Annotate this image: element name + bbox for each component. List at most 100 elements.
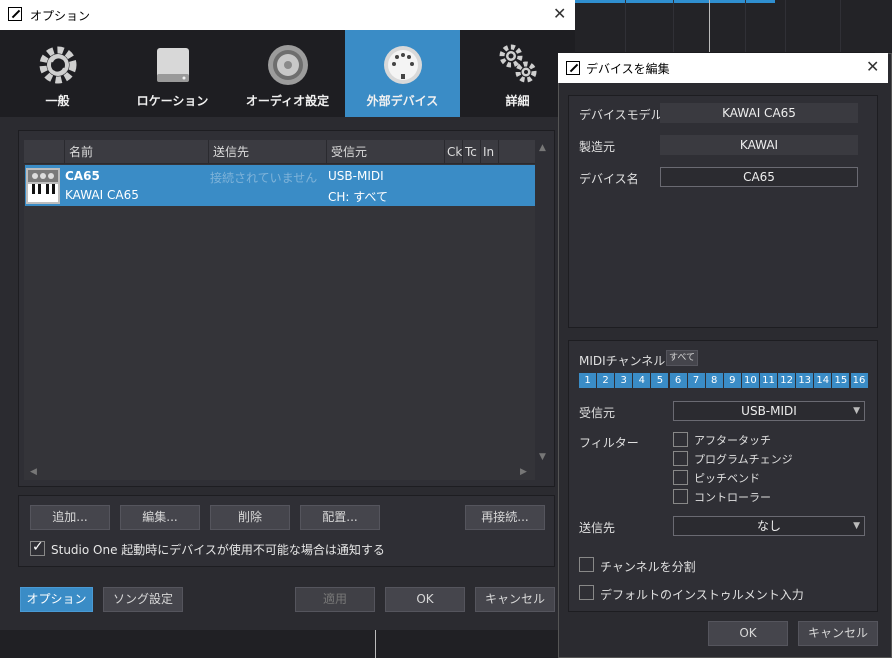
midi-channel-8-button[interactable]: 8 xyxy=(705,373,723,388)
edit-button[interactable]: 編集... xyxy=(120,505,200,530)
add-button[interactable]: 追加... xyxy=(30,505,110,530)
header-tc[interactable]: Tc xyxy=(462,140,480,164)
device-send-to: 接続されていません xyxy=(210,171,318,185)
midi-channel-3-button[interactable]: 3 xyxy=(615,373,633,388)
tab-label: オーディオ設定 xyxy=(245,94,330,108)
device-info-panel xyxy=(568,95,878,328)
speaker-icon xyxy=(267,45,308,85)
filter-pitch-bend-checkbox[interactable] xyxy=(673,470,688,485)
midi-channel-4-button[interactable]: 4 xyxy=(633,373,651,388)
header-send-to[interactable]: 送信先 xyxy=(208,140,326,164)
midi-channel-2-button[interactable]: 2 xyxy=(597,373,615,388)
grid-line xyxy=(785,0,786,52)
scroll-down-icon[interactable]: ▼ xyxy=(539,452,546,462)
filter-aftertouch-label: アフタータッチ xyxy=(694,434,771,447)
table-row[interactable]: CA65 KAWAI CA65 接続されていません USB-MIDI CH: す… xyxy=(25,165,535,206)
close-icon[interactable]: ✕ xyxy=(553,6,566,22)
app-icon xyxy=(8,7,22,21)
midi-channel-15-button[interactable]: 15 xyxy=(832,373,850,388)
filter-controller-checkbox[interactable] xyxy=(673,489,688,504)
options-title-bar[interactable]: オプション ✕ xyxy=(0,0,575,30)
options-button[interactable]: オプション xyxy=(20,587,93,612)
header-icon-column xyxy=(24,140,64,164)
midi-channel-7-button[interactable]: 7 xyxy=(687,373,705,388)
filter-controller-label: コントローラー xyxy=(694,491,771,504)
filter-program-change-label: プログラムチェンジ xyxy=(694,453,793,466)
all-channels-button[interactable]: すべて xyxy=(666,350,698,366)
apply-button[interactable]: 適用 xyxy=(295,587,375,612)
daw-timeline-background xyxy=(575,0,892,52)
playhead xyxy=(375,630,376,658)
grid-line xyxy=(673,0,674,52)
device-list-header: 名前 送信先 受信元 Ck Tc In xyxy=(24,140,535,164)
header-name[interactable]: 名前 xyxy=(64,140,208,164)
tab-general[interactable]: 一般 xyxy=(0,30,115,117)
receive-from-select[interactable]: USB-MIDI ▼ xyxy=(673,401,865,421)
drive-icon xyxy=(156,48,189,82)
send-to-select[interactable]: なし ▼ xyxy=(673,516,865,536)
midi-channel-14-button[interactable]: 14 xyxy=(814,373,832,388)
header-blank xyxy=(498,140,535,164)
gear-icon xyxy=(39,46,76,84)
playhead xyxy=(709,0,710,52)
header-ck[interactable]: Ck xyxy=(444,140,462,164)
midi-channel-12-button[interactable]: 12 xyxy=(778,373,796,388)
tab-label: 一般 xyxy=(45,94,70,108)
tab-external-devices[interactable]: 外部デバイス xyxy=(345,30,460,117)
cancel-button[interactable]: キャンセル xyxy=(475,587,555,612)
default-instrument-input-checkbox[interactable] xyxy=(579,585,594,600)
grid-line xyxy=(625,0,626,52)
midi-channel-6-button[interactable]: 6 xyxy=(669,373,687,388)
midi-channel-9-button[interactable]: 9 xyxy=(723,373,741,388)
send-to-label: 送信先 xyxy=(579,521,616,535)
filter-aftertouch-checkbox[interactable] xyxy=(673,432,688,447)
scroll-left-icon[interactable]: ◀ xyxy=(30,467,37,477)
device-ok-button[interactable]: OK xyxy=(708,621,788,646)
midi-channel-10-button[interactable]: 10 xyxy=(741,373,759,388)
midi-channel-11-button[interactable]: 11 xyxy=(760,373,777,388)
scroll-right-icon[interactable]: ▶ xyxy=(520,467,527,477)
grid-line xyxy=(745,0,746,52)
notify-checkbox[interactable] xyxy=(30,539,45,556)
options-tab-bar: 一般 ロケーション オーディオ設定 外部デバイス 詳細 xyxy=(0,30,575,117)
midi-channel-5-button[interactable]: 5 xyxy=(651,373,669,388)
midi-channel-16-button[interactable]: 16 xyxy=(850,373,868,388)
manufacturer-value: KAWAI xyxy=(660,135,858,155)
midi-channel-1-button[interactable]: 1 xyxy=(579,373,596,388)
midi-port-icon xyxy=(383,46,422,84)
reconnect-button[interactable]: 再接続... xyxy=(465,505,545,530)
song-settings-button[interactable]: ソング設定 xyxy=(103,587,183,612)
device-channel: CH: すべて xyxy=(328,190,388,204)
notify-checkbox-label: Studio One 起動時にデバイスが使用不可能な場合は通知する xyxy=(51,543,385,557)
close-icon[interactable]: ✕ xyxy=(866,59,879,75)
chevron-down-icon: ▼ xyxy=(853,406,860,416)
tab-audio-setup[interactable]: オーディオ設定 xyxy=(230,30,345,117)
gears-icon xyxy=(499,44,536,83)
receive-from-label: 受信元 xyxy=(579,406,616,420)
device-model-label: デバイスモデル xyxy=(579,108,663,122)
tab-label: ロケーション xyxy=(136,94,209,108)
device-cancel-button[interactable]: キャンセル xyxy=(798,621,878,646)
device-receive-from: USB-MIDI xyxy=(328,169,384,183)
device-model-value: KAWAI CA65 xyxy=(660,103,858,123)
edit-device-title-bar[interactable]: デバイスを編集 ✕ xyxy=(558,53,888,83)
device-name-label: デバイス名 xyxy=(579,172,639,186)
header-in[interactable]: In xyxy=(480,140,498,164)
filter-program-change-checkbox[interactable] xyxy=(673,451,688,466)
receive-from-value: USB-MIDI xyxy=(741,404,797,418)
default-instrument-input-label: デフォルトのインストゥルメント入力 xyxy=(600,588,804,602)
filter-label: フィルター xyxy=(579,436,639,450)
split-channels-checkbox[interactable] xyxy=(579,557,594,572)
device-name-field[interactable]: CA65 xyxy=(660,167,858,187)
tab-location[interactable]: ロケーション xyxy=(115,30,230,117)
edit-device-title: デバイスを編集 xyxy=(586,62,670,76)
placement-button[interactable]: 配置... xyxy=(300,505,380,530)
midi-channel-13-button[interactable]: 13 xyxy=(796,373,814,388)
options-title: オプション xyxy=(30,9,91,23)
header-receive-from[interactable]: 受信元 xyxy=(326,140,444,164)
scroll-up-icon[interactable]: ▲ xyxy=(539,143,546,153)
ok-button[interactable]: OK xyxy=(385,587,465,612)
delete-button[interactable]: 削除 xyxy=(210,505,290,530)
send-to-value: なし xyxy=(756,519,781,533)
app-icon xyxy=(566,61,580,75)
